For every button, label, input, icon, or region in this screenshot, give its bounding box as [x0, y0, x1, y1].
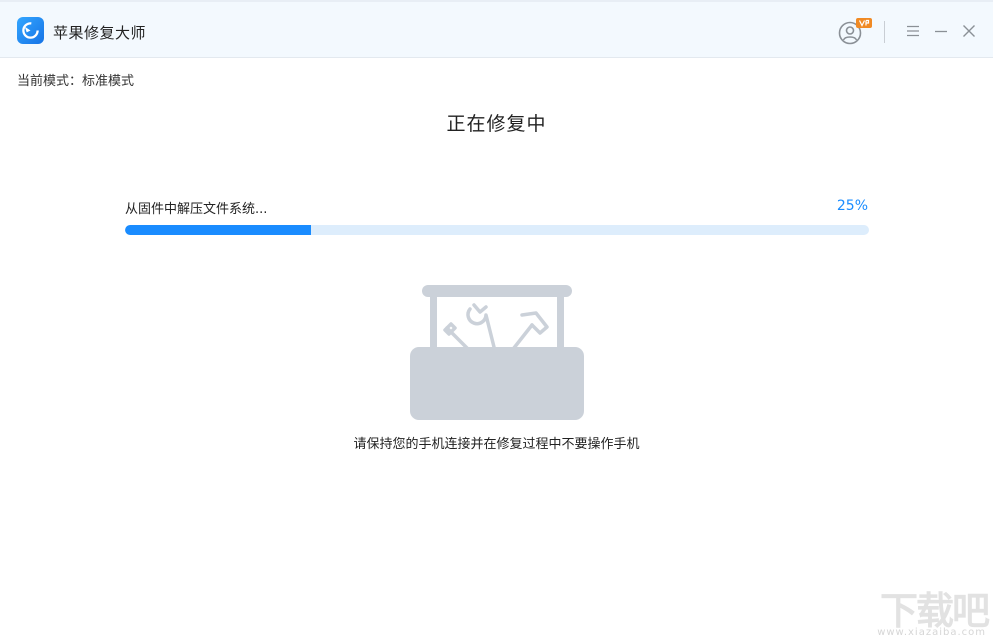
minimize-button[interactable]: [932, 22, 950, 40]
repair-status-title: 正在修复中: [446, 113, 547, 135]
watermark-logo: 下载吧 www.xiazaiba.com: [852, 580, 990, 638]
progress-step-text: 从固件中解压文件系统...: [125, 202, 268, 217]
app-logo-icon: [17, 17, 44, 44]
keep-connected-hint: 请保持您的手机连接并在修复过程中不要操作手机: [353, 437, 640, 452]
title-bar: 苹果修复大师: [0, 0, 993, 58]
watermark-url: www.xiazaiba.com: [877, 627, 986, 638]
toolbox-illustration-icon: [410, 285, 584, 420]
menu-icon: [907, 25, 919, 37]
close-button[interactable]: [960, 22, 978, 40]
app-title: 苹果修复大师: [53, 24, 147, 42]
titlebar-divider: [884, 21, 885, 43]
user-account-button[interactable]: [838, 18, 874, 46]
progress-percent: 25%: [836, 198, 868, 214]
current-mode-label: 当前模式：标准模式: [17, 74, 135, 89]
progress-bar: [125, 225, 869, 235]
menu-button[interactable]: [904, 22, 922, 40]
vip-badge-icon: [856, 18, 872, 28]
progress-bar-fill: [125, 225, 311, 235]
close-icon: [963, 25, 975, 37]
minimize-icon: [935, 30, 947, 33]
